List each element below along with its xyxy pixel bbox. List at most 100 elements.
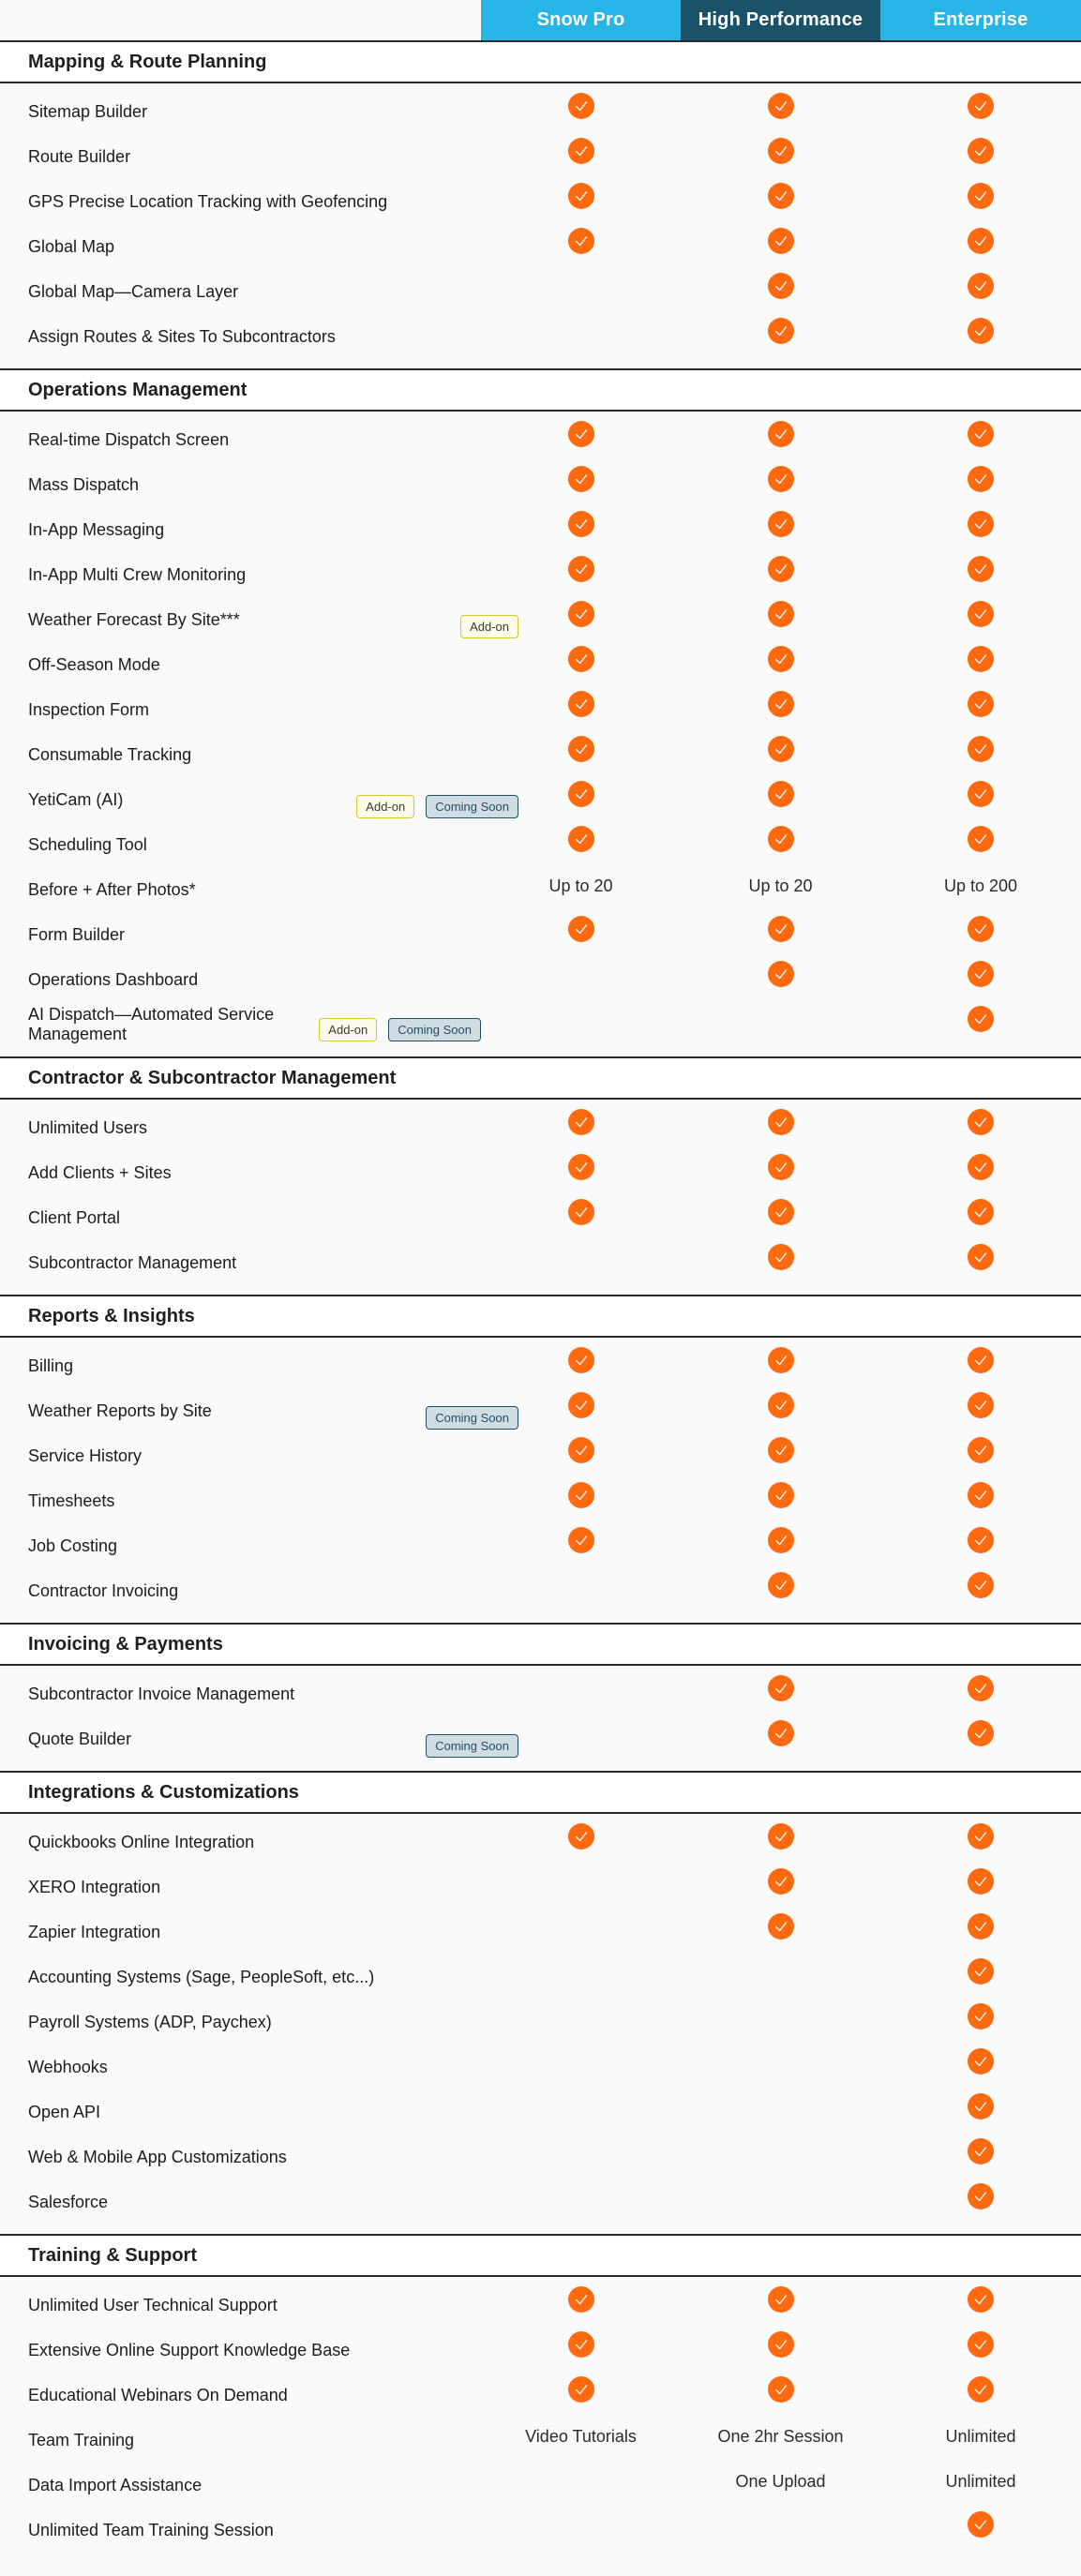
plan-cell-enterprise: [880, 2044, 1081, 2089]
plan-cell-snow-pro: [481, 1910, 681, 1954]
feature-label: Weather Forecast By Site*** Add-on: [0, 597, 518, 642]
check-icon: [767, 1720, 794, 1746]
feature-row: Data Import Assistance One Upload Unlimite…: [0, 2463, 1081, 2508]
check-icon: [968, 421, 994, 447]
feature-label: In-App Multi Crew Monitoring: [0, 552, 481, 597]
plan-cell-enterprise: Up to 200: [880, 867, 1081, 912]
check-icon: [567, 556, 594, 582]
feature-label: Subcontractor Management: [0, 1240, 481, 1285]
plan-cell-enterprise: [880, 2328, 1081, 2373]
check-icon: [968, 916, 994, 942]
check-icon: [567, 138, 594, 164]
check-icon: [968, 961, 994, 987]
feature-label: Weather Reports by Site Coming Soon: [0, 1388, 518, 1433]
plan-cell-high-performance: [681, 269, 880, 314]
plan-cell-enterprise: [880, 224, 1081, 269]
plan-cell-high-performance: [681, 597, 880, 642]
feature-label: Global Map: [0, 224, 481, 269]
plan-header-high-performance: High Performance: [681, 0, 880, 40]
feature-label: Billing: [0, 1343, 481, 1388]
plan-cell-high-performance: [681, 1433, 880, 1478]
plan-cell-enterprise: [880, 777, 1081, 822]
plan-cell-snow-pro: [481, 179, 681, 224]
plan-cell-snow-pro: [481, 417, 681, 462]
plan-cell-high-performance: [681, 2134, 880, 2179]
plan-cell-high-performance: [681, 1150, 880, 1195]
coming-soon-badge: Coming Soon: [426, 1734, 518, 1758]
feature-row: Mass Dispatch: [0, 462, 1081, 507]
check-icon: [567, 736, 594, 762]
check-icon: [968, 781, 994, 807]
plan-cell-high-performance: [681, 1523, 880, 1568]
check-icon: [567, 2331, 594, 2358]
plan-value: Up to 20: [548, 876, 613, 895]
plan-cell-enterprise: [880, 1954, 1081, 1999]
feature-label: Web & Mobile App Customizations: [0, 2134, 481, 2179]
feature-row: Accounting Systems (Sage, PeopleSoft, et…: [0, 1954, 1081, 1999]
check-icon: [968, 826, 994, 852]
plan-cell-enterprise: [880, 507, 1081, 552]
plan-cell-high-performance: [681, 1865, 880, 1910]
plan-cell-enterprise: [880, 687, 1081, 732]
plan-cell-enterprise: [880, 1105, 1081, 1150]
check-icon: [767, 1823, 794, 1850]
plan-value: One Upload: [735, 2471, 826, 2491]
feature-name: Unlimited User Technical Support: [28, 2295, 278, 2314]
plan-cell-high-performance: Up to 20: [681, 867, 880, 912]
feature-name: Weather Forecast By Site***: [28, 609, 240, 629]
feature-row: Assign Routes & Sites To Subcontractors: [0, 314, 1081, 359]
plan-comparison-table: Snow Pro High Performance Enterprise Map…: [0, 0, 1081, 2569]
coming-soon-badge: Coming Soon: [388, 1017, 481, 1041]
feature-name: Consumable Tracking: [28, 744, 192, 764]
feature-name: Form Builder: [28, 924, 126, 944]
plan-cell-enterprise: [880, 269, 1081, 314]
plan-cell-snow-pro: [481, 822, 681, 867]
plan-cell-high-performance: [681, 2328, 880, 2373]
plan-cell-snow-pro: [481, 1671, 681, 1716]
plan-cell-enterprise: [880, 2134, 1081, 2179]
feature-name: Operations Dashboard: [28, 969, 199, 989]
section-body: Real-time Dispatch Screen Mass Dispatch In…: [0, 412, 1081, 1058]
check-icon: [968, 1868, 994, 1895]
feature-name: GPS Precise Location Tracking with Geofe…: [28, 191, 388, 211]
plan-cell-snow-pro: [481, 2373, 681, 2418]
plan-cell-snow-pro: [481, 1002, 681, 1047]
plan-cell-snow-pro: Up to 20: [481, 867, 681, 912]
check-icon: [767, 646, 794, 672]
plan-cell-high-performance: [681, 642, 880, 687]
feature-row: Add Clients + Sites: [0, 1150, 1081, 1195]
plan-cell-high-performance: [681, 777, 880, 822]
feature-row: Sitemap Builder: [0, 89, 1081, 134]
feature-label: Zapier Integration: [0, 1910, 481, 1954]
check-icon: [567, 1437, 594, 1463]
feature-label: AI Dispatch—Automated Service Management…: [0, 1002, 481, 1047]
feature-name: Contractor Invoicing: [28, 1580, 179, 1600]
feature-name: Weather Reports by Site: [28, 1400, 212, 1420]
check-icon: [567, 1347, 594, 1373]
sections-container: Mapping & Route Planning Sitemap Builder R…: [0, 42, 1081, 2569]
check-icon: [567, 183, 594, 209]
feature-name: Add Clients + Sites: [28, 1162, 172, 1182]
section-heading-operations-management: Operations Management: [0, 370, 1081, 412]
check-icon: [767, 183, 794, 209]
feature-name: AI Dispatch—Automated Service Management: [28, 1005, 275, 1043]
check-icon: [567, 1154, 594, 1180]
check-icon: [767, 691, 794, 717]
feature-row: YetiCam (AI) Add-on Coming Soon: [0, 777, 1081, 822]
plan-cell-enterprise: [880, 1999, 1081, 2044]
plan-value: One 2hr Session: [717, 2426, 844, 2446]
feature-row: Scheduling Tool: [0, 822, 1081, 867]
check-icon: [767, 138, 794, 164]
feature-label: Payroll Systems (ADP, Paychex): [0, 1999, 481, 2044]
check-icon: [968, 1154, 994, 1180]
plan-cell-high-performance: [681, 2089, 880, 2134]
feature-row: Quickbooks Online Integration: [0, 1820, 1081, 1865]
check-icon: [968, 1482, 994, 1508]
plan-cell-high-performance: [681, 314, 880, 359]
check-icon: [767, 1572, 794, 1598]
check-icon: [567, 826, 594, 852]
plan-cell-enterprise: [880, 2508, 1081, 2553]
check-icon: [767, 781, 794, 807]
check-icon: [567, 228, 594, 254]
plan-cell-high-performance: [681, 417, 880, 462]
